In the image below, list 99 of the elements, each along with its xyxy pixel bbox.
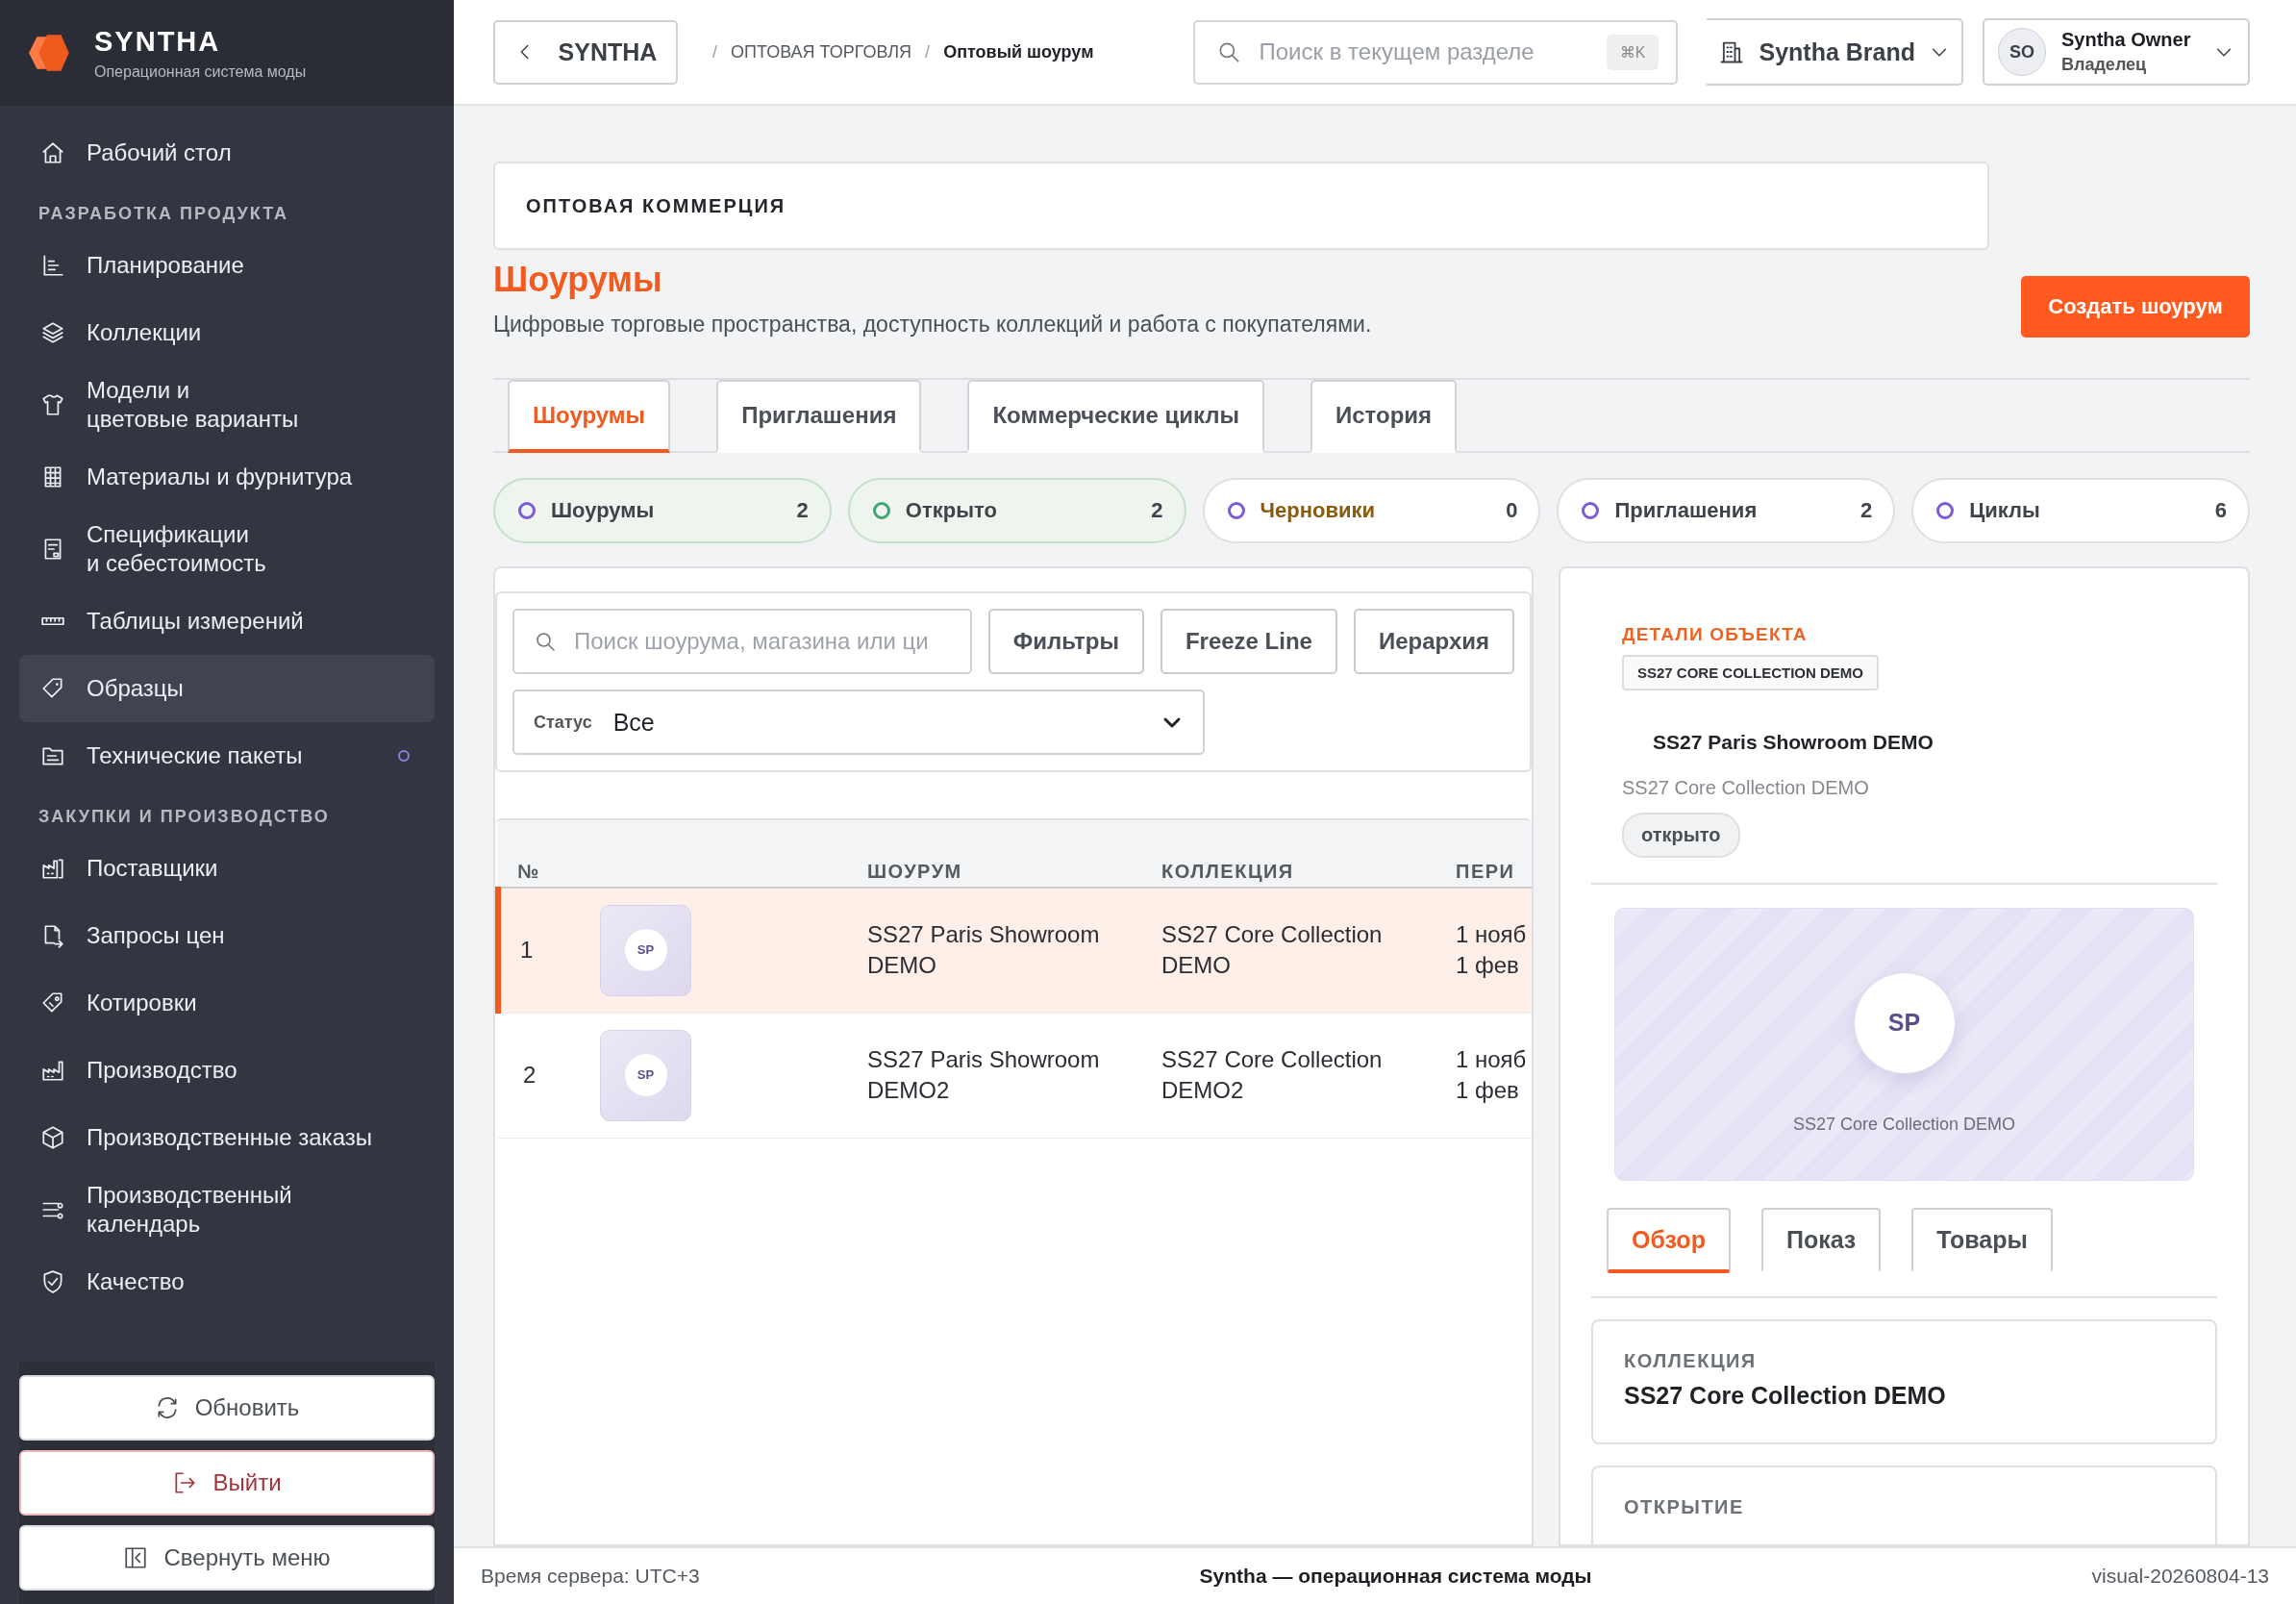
status-badge: открыто: [1622, 813, 1740, 858]
details-subtitle: SS27 Core Collection DEMO: [1622, 777, 1870, 799]
collapse-button[interactable]: Свернуть меню: [19, 1525, 435, 1591]
preview-caption: SS27 Core Collection DEMO: [1792, 1114, 2016, 1135]
table-cell: SS27 Core Collection DEMO: [1142, 888, 1436, 1013]
stat-filter[interactable]: Черновики 0: [1202, 478, 1541, 543]
sidebar-item[interactable]: Коллекции: [19, 299, 435, 366]
shield-icon: [40, 1269, 65, 1294]
tab[interactable]: Показ: [1760, 1208, 1882, 1273]
stat-filter[interactable]: Циклы 6: [1911, 478, 2250, 543]
search-field[interactable]: Поиск шоурума, магазина или ци: [512, 609, 972, 674]
refresh-button[interactable]: Обновить: [19, 1375, 435, 1441]
stat-filter[interactable]: Приглашения 2: [1557, 478, 1896, 543]
layers-icon: [40, 320, 65, 345]
user-role: Владелец: [2061, 55, 2147, 75]
details-eyebrow: ДЕТАЛИ ОБЪЕКТА: [1622, 624, 1809, 645]
stat-filter[interactable]: Шоурумы 2: [493, 478, 832, 543]
sidebar-item[interactable]: Планирование: [19, 232, 435, 299]
column-header: ПЕРИ: [1436, 820, 1532, 888]
home-icon: [40, 140, 65, 165]
back-button[interactable]: SYNTHA: [493, 19, 678, 85]
search-icon: [1216, 39, 1242, 64]
table-cell: 1 нояб 1 фев: [1436, 888, 1532, 1013]
user-name: Syntha Owner: [2061, 29, 2191, 51]
toolbar-button[interactable]: Freeze Line: [1160, 609, 1337, 674]
table-row[interactable]: 2 SP SS27 Paris Showroom DEMO2 SS27 Core Collection DEMO2 1 нояб 1 фев: [498, 1013, 1532, 1138]
column-header: КОЛЛЕКЦИЯ: [1142, 820, 1436, 888]
sidebar-item[interactable]: Технические пакеты: [19, 722, 435, 789]
shirt-icon: [40, 392, 65, 417]
breadcrumb-separator: /: [925, 41, 931, 63]
collection-tag: SS27 CORE COLLECTION DEMO: [1622, 655, 1880, 690]
column-header: №: [498, 820, 581, 888]
brand-name: SYNTHA: [94, 25, 222, 58]
tab[interactable]: Коммерческие циклы: [967, 380, 1264, 453]
sidebar-item[interactable]: Запросы цен: [19, 902, 435, 969]
sidebar-item[interactable]: Производственные заказы: [19, 1104, 435, 1171]
toolbar-button[interactable]: Фильтры: [987, 609, 1144, 674]
brand-tagline: Операционная система моды: [94, 63, 307, 81]
table-cell: SS27 Paris Showroom DEMO2: [848, 1013, 1142, 1138]
workspace-selector[interactable]: Syntha Brand: [1707, 18, 1963, 86]
version-label: visual-20260804-13: [2091, 1565, 2269, 1588]
initials-badge: SP: [1853, 971, 1956, 1074]
page-title: Шоурумы: [493, 260, 663, 300]
sidebar-item[interactable]: Спецификации и себестоимость: [19, 511, 435, 588]
stat-count: 2: [1151, 498, 1163, 523]
column-header: ШОУРУМ: [848, 820, 1142, 888]
field-value: SS27 Core Collection DEMO: [1624, 1382, 1947, 1410]
factory-icon: [40, 856, 65, 881]
sidebar-item[interactable]: Котировки: [19, 969, 435, 1037]
breadcrumb-current: Оптовый шоурум: [943, 41, 1094, 63]
tab[interactable]: Приглашения: [716, 380, 922, 453]
table-cell: 1 нояб 1 фев: [1436, 1013, 1532, 1138]
sidebar-item[interactable]: Образцы: [19, 655, 435, 722]
table-cell: 2: [498, 1013, 581, 1138]
stat-count: 0: [1506, 498, 1518, 523]
stat-count: 6: [2214, 498, 2227, 523]
bar-chart-icon: [40, 253, 65, 278]
section-title: ОПТОВАЯ КОММЕРЦИЯ: [526, 194, 786, 217]
tab[interactable]: Товары: [1911, 1208, 2053, 1273]
sidebar-item[interactable]: Производственный календарь: [19, 1171, 435, 1248]
sidebar-item[interactable]: Материалы и фурнитура: [19, 443, 435, 511]
section-heading: ЗАКУПКИ И ПРОИЗВОДСТВО: [37, 806, 331, 828]
page-subtitle: Цифровые торговые пространства, доступность коллекций и работа с покупателями.: [493, 312, 1372, 338]
logout-button[interactable]: Выйти: [19, 1450, 435, 1516]
user-avatar: SO: [1998, 28, 2046, 76]
sidebar-item[interactable]: Модели и цветовые варианты: [19, 366, 435, 443]
table-cell: SS27 Core Collection DEMO2: [1142, 1013, 1436, 1138]
breadcrumb-separator: /: [712, 41, 717, 63]
toolbar-button[interactable]: Иерархия: [1353, 609, 1514, 674]
table-cell: SS27 Paris Showroom DEMO: [848, 888, 1142, 1013]
sidebar-item[interactable]: Производство: [19, 1037, 435, 1104]
stat-count: 2: [796, 498, 809, 523]
search-input[interactable]: Поиск шоурума, магазина или ци: [572, 627, 951, 656]
box-icon: [40, 1125, 65, 1150]
details-title: SS27 Paris Showroom DEMO: [1652, 731, 1934, 754]
stat-filter[interactable]: Открыто 2: [847, 478, 1186, 543]
table-cell: 1: [498, 888, 581, 1013]
search-input[interactable]: Поиск в текущем разделе: [1257, 38, 1591, 66]
tab[interactable]: История: [1310, 380, 1458, 453]
initials-badge: SP: [624, 1054, 667, 1096]
sidebar-item[interactable]: Таблицы измерений: [19, 588, 435, 655]
server-time: Время сервера: UTC+3: [481, 1565, 700, 1588]
sidebar-item[interactable]: Поставщики: [19, 835, 435, 902]
collapse-icon: [123, 1545, 149, 1570]
shortcut-hint: ⌘K: [1606, 34, 1660, 70]
sidebar-item[interactable]: Рабочий стол: [19, 119, 435, 187]
breadcrumb-link[interactable]: ОПТОВАЯ ТОРГОВЛЯ: [731, 41, 912, 63]
section-heading: РАЗРАБОТКА ПРОДУКТА: [37, 203, 290, 225]
search-icon: [534, 630, 557, 653]
status-select[interactable]: Статус Все: [512, 689, 1205, 755]
user-menu[interactable]: SO Syntha Owner Владелец: [1983, 18, 2250, 86]
initials-badge: SP: [624, 929, 667, 972]
sidebar-item[interactable]: Качество: [19, 1248, 435, 1316]
field-label: ОТКРЫТИЕ: [1624, 1496, 1745, 1518]
field-label: КОЛЛЕКЦИЯ: [1624, 1350, 1758, 1372]
footer-title: Syntha — операционная система моды: [1199, 1565, 1592, 1588]
factory-icon: [40, 1058, 65, 1083]
table-row[interactable]: 1 SP SS27 Paris Showroom DEMO SS27 Core Collection DEMO 1 нояб 1 фев: [498, 888, 1532, 1013]
stat-count: 2: [1859, 498, 1873, 523]
